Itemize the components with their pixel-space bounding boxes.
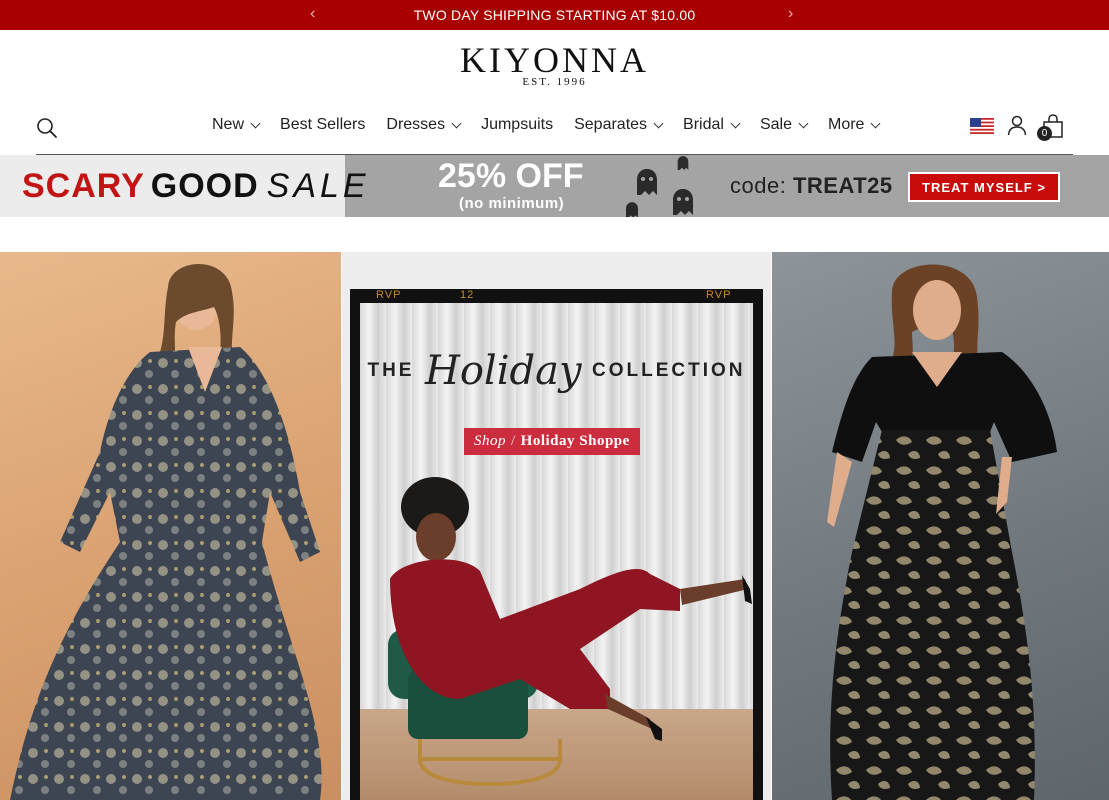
promo-headline: SCARY GOOD SALE bbox=[22, 168, 370, 204]
ghost-icon bbox=[677, 156, 689, 170]
ghost-icon bbox=[626, 202, 638, 217]
nav-item-bridal[interactable]: Bridal bbox=[683, 116, 741, 134]
nav-item-label: Jumpsuits bbox=[481, 116, 554, 133]
title-the: THE bbox=[367, 360, 415, 381]
promo-banner[interactable]: SCARY GOOD SALE 25% OFF (no minimum) code:… bbox=[0, 155, 1109, 217]
chevron-down-icon bbox=[798, 118, 809, 128]
treat-myself-button[interactable]: TREAT MYSELF > bbox=[908, 172, 1060, 202]
hero-holiday-collection[interactable]: RVP 12 RVP THE Holiday COLLECTION Shop /… bbox=[342, 252, 771, 800]
nav-item-new[interactable]: New bbox=[212, 116, 261, 134]
chevron-down-icon bbox=[451, 118, 462, 128]
model-velvet-gown-image bbox=[827, 264, 1057, 800]
nav-item-label: Dresses bbox=[386, 116, 446, 133]
main-nav: New Best Sellers Dresses Jumpsuits Separ… bbox=[212, 116, 900, 134]
hero-left-image[interactable] bbox=[0, 252, 341, 800]
ghost-icon bbox=[673, 189, 693, 215]
hero-right-image[interactable] bbox=[772, 252, 1109, 800]
promo-scary: SCARY bbox=[22, 167, 145, 205]
nav-item-jumpsuits[interactable]: Jumpsuits bbox=[481, 116, 553, 134]
shop-slash: / bbox=[511, 433, 516, 449]
promo-code-label: code: bbox=[730, 173, 787, 198]
nav-item-label: Separates bbox=[574, 116, 648, 133]
model-floral-gown-image bbox=[10, 263, 322, 800]
nav-item-label: Bridal bbox=[683, 116, 724, 133]
nav-item-sale[interactable]: Sale bbox=[759, 116, 809, 134]
ghost-icon bbox=[637, 169, 657, 195]
cart-button[interactable]: 0 bbox=[1037, 113, 1065, 141]
shop-link-label: Holiday Shoppe bbox=[520, 433, 630, 449]
chevron-down-icon bbox=[730, 118, 741, 128]
cart-count-badge: 0 bbox=[1037, 126, 1052, 141]
announcement-bar: ‹ TWO DAY SHIPPING STARTING AT $10.00 › bbox=[0, 0, 1109, 30]
promo-code-text: code: TREAT25 bbox=[730, 173, 893, 199]
nav-item-label: Best Sellers bbox=[280, 116, 366, 133]
chevron-down-icon bbox=[870, 118, 881, 128]
account-icon[interactable] bbox=[1006, 114, 1028, 136]
nav-item-label: New bbox=[212, 116, 245, 133]
promo-left-panel: SCARY GOOD SALE bbox=[0, 155, 366, 217]
promo-sale: SALE bbox=[266, 167, 370, 205]
holiday-collection-title: THE Holiday COLLECTION bbox=[342, 348, 771, 394]
nav-item-label: Sale bbox=[759, 116, 792, 133]
logo-tagline: EST. 1996 bbox=[522, 76, 587, 88]
site-logo[interactable]: KIYONNA EST. 1996 bbox=[0, 42, 1109, 88]
chevron-right-icon[interactable]: › bbox=[788, 5, 793, 23]
chevron-down-icon bbox=[653, 118, 664, 128]
nav-item-label: More bbox=[827, 116, 865, 133]
announcement-text: TWO DAY SHIPPING STARTING AT $10.00 bbox=[413, 7, 696, 23]
promo-good: GOOD bbox=[150, 167, 259, 205]
shop-label: Shop bbox=[474, 433, 506, 449]
search-icon[interactable] bbox=[36, 117, 58, 139]
chevron-left-icon[interactable]: ‹ bbox=[310, 5, 315, 23]
nav-item-more[interactable]: More bbox=[827, 116, 881, 134]
chevron-down-icon bbox=[250, 118, 261, 128]
nav-item-best-sellers[interactable]: Best Sellers bbox=[280, 116, 365, 134]
title-collection: COLLECTION bbox=[592, 360, 746, 381]
promo-discount: 25% OFF bbox=[438, 157, 584, 195]
us-flag-icon[interactable] bbox=[970, 118, 994, 134]
nav-item-dresses[interactable]: Dresses bbox=[386, 116, 462, 134]
nav-item-separates[interactable]: Separates bbox=[574, 116, 664, 134]
shop-holiday-shoppe-link[interactable]: Shop / Holiday Shoppe bbox=[464, 428, 640, 455]
promo-discount-note: (no minimum) bbox=[459, 195, 565, 212]
promo-code: TREAT25 bbox=[792, 173, 893, 198]
logo-brand: KIYONNA bbox=[460, 40, 649, 80]
title-holiday-script: Holiday bbox=[424, 348, 582, 394]
